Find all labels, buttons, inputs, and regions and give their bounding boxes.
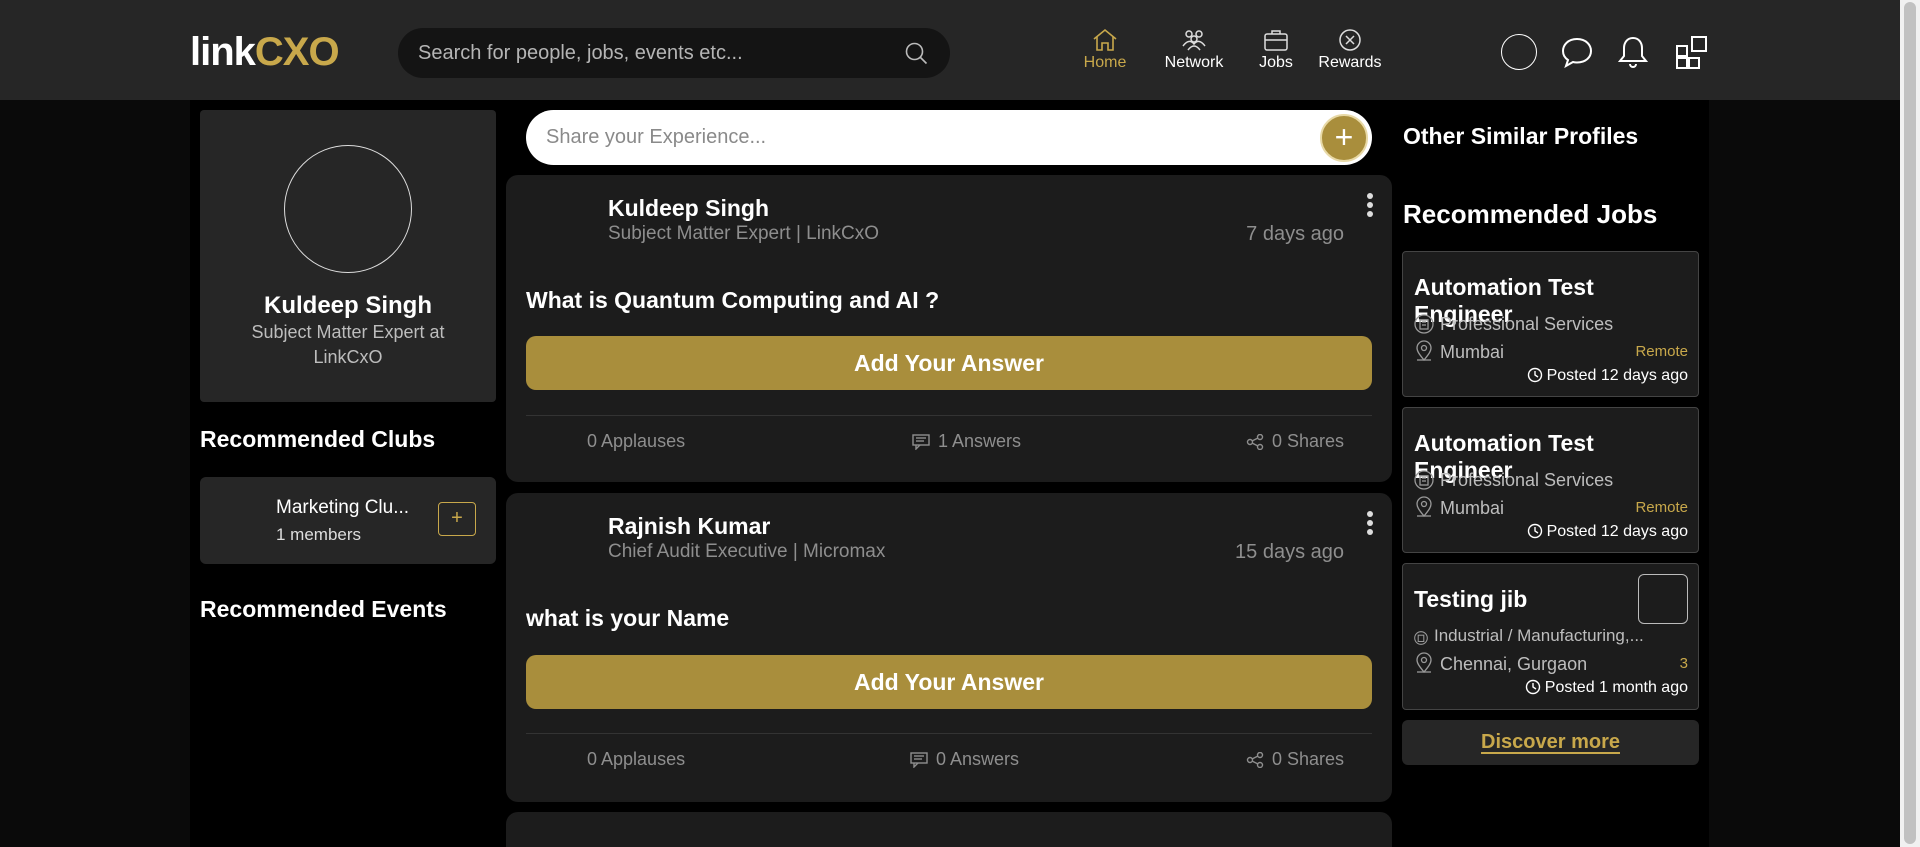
chat-icon[interactable] bbox=[1559, 34, 1595, 70]
nav-network-label: Network bbox=[1164, 54, 1224, 71]
job-posted: Posted 12 days ago bbox=[1527, 523, 1688, 541]
nav-network[interactable]: Network bbox=[1160, 28, 1228, 78]
nav-rewards[interactable]: Rewards bbox=[1318, 28, 1382, 78]
club-name[interactable]: Marketing Clu... bbox=[276, 497, 409, 519]
recommended-clubs-title: Recommended Clubs bbox=[200, 426, 436, 452]
post-menu-icon[interactable] bbox=[1366, 193, 1374, 221]
job-title[interactable]: Testing jib bbox=[1414, 586, 1527, 613]
answers-link[interactable]: 1 Answers bbox=[912, 431, 1021, 452]
network-icon bbox=[1182, 30, 1206, 51]
clock-icon bbox=[1527, 367, 1542, 383]
shares-link[interactable]: 0 Shares bbox=[1246, 431, 1344, 452]
post-card: Kuldeep Singh Subject Matter Expert | Li… bbox=[506, 175, 1392, 482]
job-location: Mumbai bbox=[1414, 340, 1504, 363]
job-card[interactable]: Automation Test Engineer Professional Se… bbox=[1402, 407, 1699, 553]
profile-avatar-icon[interactable] bbox=[1501, 34, 1537, 70]
answers-count: 1 Answers bbox=[938, 431, 1022, 451]
scrollbar-thumb[interactable] bbox=[1904, 2, 1916, 844]
apps-grid-icon[interactable] bbox=[1674, 34, 1710, 70]
home-icon bbox=[1093, 28, 1117, 51]
nav-home[interactable]: Home bbox=[1080, 28, 1130, 78]
post-card: Rajnish Kumar Chief Audit Executive | Mi… bbox=[506, 493, 1392, 802]
briefcase-icon bbox=[1264, 30, 1288, 51]
profile-title: Subject Matter Expert at LinkCxO bbox=[251, 322, 445, 367]
top-navigation-bar: linkCXO Home Network Jobs Rewards bbox=[0, 0, 1900, 100]
job-industry: Professional Services bbox=[1414, 314, 1613, 335]
post-divider bbox=[526, 733, 1372, 734]
clock-icon bbox=[1525, 679, 1540, 695]
post-time: 15 days ago bbox=[1235, 541, 1344, 563]
applauses-count[interactable]: 0 Applauses bbox=[587, 749, 685, 770]
nav-home-label: Home bbox=[1083, 54, 1127, 71]
job-work-mode: Remote bbox=[1635, 343, 1688, 360]
post-question[interactable]: what is your Name bbox=[526, 605, 729, 632]
club-card[interactable]: Marketing Clu... 1 members + bbox=[200, 477, 496, 564]
answers-link[interactable]: 0 Answers bbox=[910, 749, 1019, 770]
profile-avatar[interactable] bbox=[284, 145, 412, 273]
club-members: 1 members bbox=[276, 525, 362, 544]
profile-card[interactable]: Kuldeep Singh Subject Matter Expert at L… bbox=[200, 110, 496, 402]
job-card[interactable]: Automation Test Engineer Professional Se… bbox=[1402, 251, 1699, 397]
job-location: Mumbai bbox=[1414, 496, 1504, 519]
share-icon bbox=[1246, 433, 1264, 451]
location-pin-icon bbox=[1416, 496, 1432, 518]
company-logo bbox=[1638, 574, 1688, 624]
page-scrollbar[interactable] bbox=[1900, 0, 1920, 847]
nav-jobs-label: Jobs bbox=[1259, 54, 1293, 71]
location-pin-icon bbox=[1416, 340, 1432, 362]
other-similar-profiles-title: Other Similar Profiles bbox=[1403, 123, 1639, 149]
shares-count: 0 Shares bbox=[1272, 431, 1345, 451]
add-answer-button[interactable]: Add Your Answer bbox=[526, 336, 1372, 390]
clock-icon bbox=[1527, 523, 1542, 539]
discover-more-label[interactable]: Discover more bbox=[1481, 731, 1620, 753]
recommended-events-title: Recommended Events bbox=[200, 596, 447, 622]
create-post-button[interactable]: + bbox=[1320, 114, 1368, 162]
join-club-button[interactable]: + bbox=[438, 502, 476, 536]
job-industry: Industrial / Manufacturing,... bbox=[1414, 626, 1644, 646]
answers-count: 0 Answers bbox=[936, 749, 1020, 769]
search-box bbox=[398, 28, 950, 78]
job-posted: Posted 1 month ago bbox=[1525, 679, 1688, 697]
nav-rewards-label: Rewards bbox=[1318, 54, 1382, 71]
post-author[interactable]: Kuldeep Singh bbox=[608, 195, 769, 222]
add-answer-button[interactable]: Add Your Answer bbox=[526, 655, 1372, 709]
share-experience-bar: + bbox=[526, 110, 1372, 165]
nav-jobs[interactable]: Jobs bbox=[1256, 28, 1296, 78]
post-question[interactable]: What is Quantum Computing and AI ? bbox=[526, 287, 939, 314]
discover-more-button[interactable]: Discover more bbox=[1402, 720, 1699, 765]
post-card-partial bbox=[506, 812, 1392, 847]
post-time: 7 days ago bbox=[1246, 223, 1344, 245]
search-input[interactable] bbox=[418, 28, 888, 78]
job-location: Chennai, Gurgaon bbox=[1414, 652, 1587, 675]
building-icon bbox=[1414, 631, 1428, 645]
share-icon bbox=[1246, 751, 1264, 769]
post-author-role: Chief Audit Executive | Micromax bbox=[608, 541, 886, 562]
bell-icon[interactable] bbox=[1615, 34, 1651, 70]
job-card[interactable]: Testing jib Industrial / Manufacturing,.… bbox=[1402, 563, 1699, 710]
linkcxo-logo[interactable]: linkCXO bbox=[190, 30, 340, 75]
job-tag: 3 bbox=[1679, 655, 1688, 672]
comment-icon bbox=[912, 434, 930, 451]
rewards-icon bbox=[1339, 29, 1361, 51]
location-pin-icon bbox=[1416, 652, 1432, 674]
building-icon bbox=[1414, 314, 1434, 334]
shares-count: 0 Shares bbox=[1272, 749, 1345, 769]
comment-icon bbox=[910, 752, 928, 769]
post-author[interactable]: Rajnish Kumar bbox=[608, 513, 770, 540]
share-experience-input[interactable] bbox=[546, 110, 1306, 165]
search-icon[interactable] bbox=[904, 41, 928, 65]
shares-link[interactable]: 0 Shares bbox=[1246, 749, 1344, 770]
post-author-role: Subject Matter Expert | LinkCxO bbox=[608, 223, 880, 244]
building-icon bbox=[1414, 470, 1434, 490]
post-divider bbox=[526, 415, 1372, 416]
job-industry: Professional Services bbox=[1414, 470, 1613, 491]
post-menu-icon[interactable] bbox=[1366, 511, 1374, 539]
recommended-jobs-title: Recommended Jobs bbox=[1403, 199, 1658, 229]
job-posted: Posted 12 days ago bbox=[1527, 367, 1688, 385]
profile-name[interactable]: Kuldeep Singh bbox=[200, 292, 496, 320]
job-work-mode: Remote bbox=[1635, 499, 1688, 516]
applauses-count[interactable]: 0 Applauses bbox=[587, 431, 685, 452]
